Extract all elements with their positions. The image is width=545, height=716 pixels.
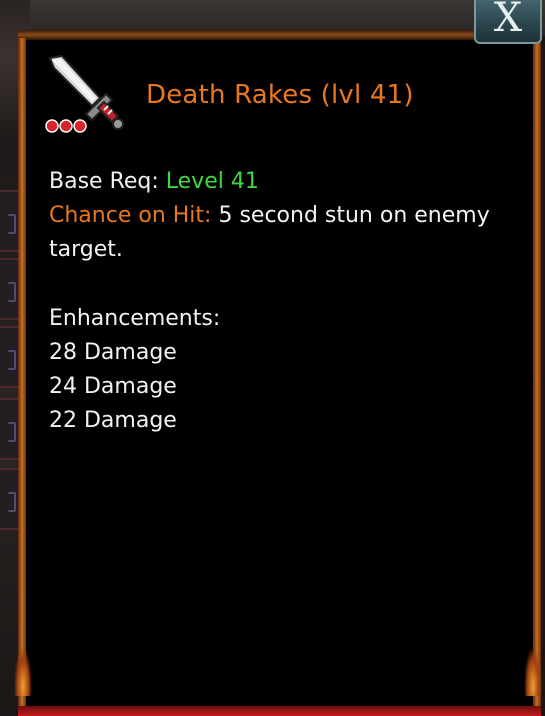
chance-on-hit-value-cont: target.: [49, 237, 123, 262]
panel-frame-right: [533, 38, 541, 716]
panel-frame-left: [18, 38, 26, 716]
sword-icon: [44, 52, 126, 136]
panel-frame-bottom: [18, 706, 541, 716]
enhancement-item: 28 Damage: [49, 340, 177, 365]
flame-ornament-icon: [524, 646, 542, 696]
enhancement-item: 24 Damage: [49, 374, 177, 399]
chance-on-hit-line: Chance on Hit: 5 second stun on enemy: [49, 199, 490, 233]
base-req-value: Level 41: [165, 169, 259, 194]
base-req-label: Base Req:: [49, 169, 159, 194]
panel-frame-top: [18, 30, 541, 40]
close-button[interactable]: X: [474, 0, 542, 44]
flame-ornament-icon: [14, 646, 32, 696]
enhancement-item: 22 Damage: [49, 408, 177, 433]
chance-on-hit-value: 5 second stun on enemy: [218, 203, 490, 228]
item-title: Death Rakes (lvl 41): [146, 80, 414, 110]
base-requirement-line: Base Req: Level 41: [49, 165, 259, 199]
enhancements-header: Enhancements:: [49, 306, 221, 331]
chance-on-hit-label: Chance on Hit:: [49, 203, 212, 228]
